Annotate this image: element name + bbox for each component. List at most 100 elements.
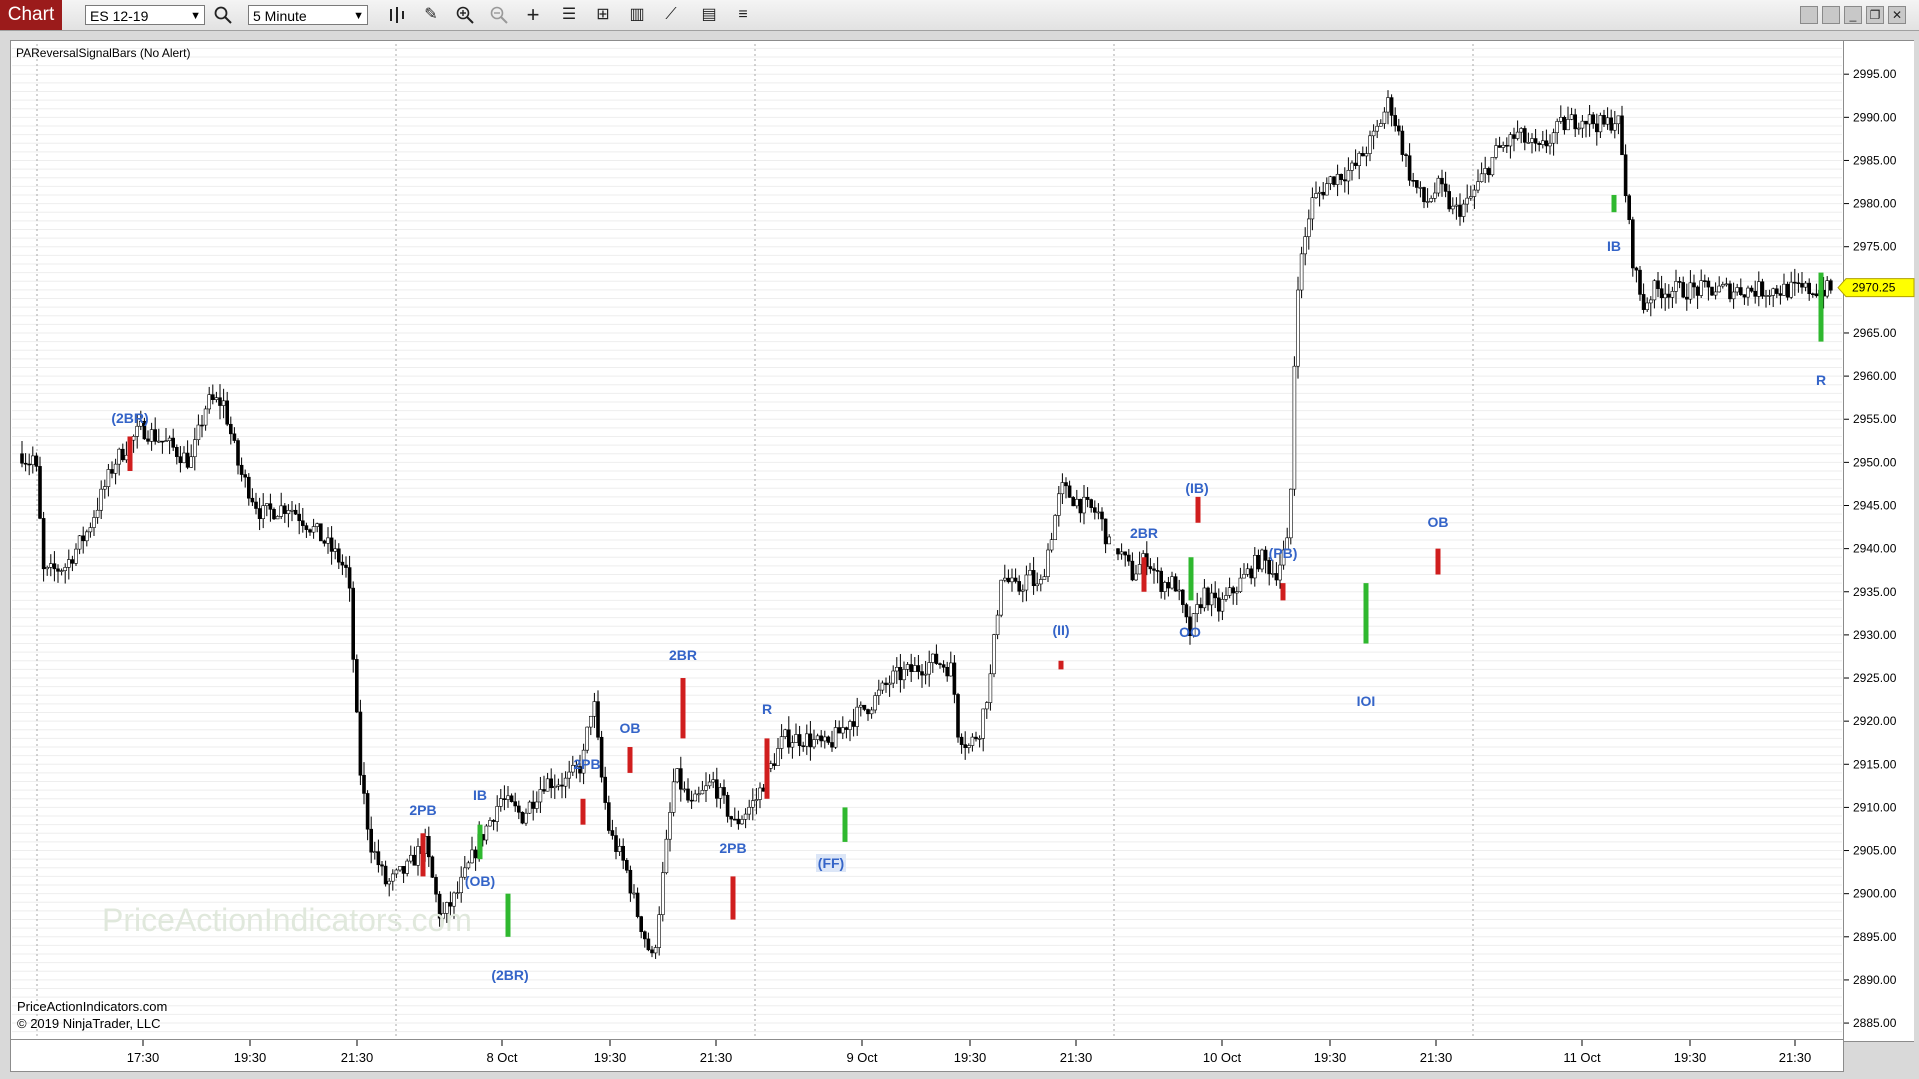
candle-body: [20, 453, 24, 464]
candle-body: [1523, 128, 1527, 143]
candle-body: [232, 433, 237, 441]
candle-body: [585, 726, 590, 751]
candle-body: [898, 666, 903, 681]
candle-body: [340, 561, 345, 566]
candle-body: [696, 793, 701, 796]
candle-body: [1407, 155, 1412, 181]
candle-body: [1735, 287, 1739, 293]
candle-body: [1404, 154, 1408, 157]
candle-body: [1447, 191, 1451, 210]
candle-body: [1436, 177, 1441, 194]
candle-body: [905, 664, 910, 670]
candle-body: [1260, 549, 1264, 570]
candle-body: [247, 476, 251, 499]
candle-body: [1397, 125, 1401, 132]
candle-body: [1652, 280, 1657, 301]
candle-body: [1307, 218, 1311, 237]
candle-body: [790, 742, 795, 748]
candle-body: [239, 464, 244, 475]
x-tick-label: 19:30: [234, 1050, 267, 1065]
candle-body: [1497, 145, 1502, 148]
candle-body: [412, 854, 417, 866]
candle-body: [290, 509, 294, 512]
candle-body: [1067, 485, 1072, 498]
candle-body: [38, 466, 42, 519]
candle-body: [1692, 282, 1696, 288]
candle-body: [380, 864, 384, 867]
candle-body: [1710, 286, 1714, 296]
candle-body: [318, 523, 323, 542]
candle-body: [650, 949, 654, 954]
candle-body: [786, 729, 791, 748]
candle-body: [1209, 592, 1214, 606]
candle-body: [1299, 253, 1304, 291]
candle-body: [776, 748, 780, 766]
candle-body: [635, 892, 640, 917]
candle-body: [912, 665, 917, 672]
candle-body: [358, 711, 363, 776]
indicator-label: PAReversalSignalBars (No Alert): [16, 46, 191, 60]
candle-body: [254, 501, 258, 509]
candle-body: [750, 800, 755, 808]
signal-label: (FF): [818, 855, 844, 871]
signal-label: (OB): [465, 873, 495, 889]
candle-body: [1227, 587, 1232, 596]
candle-body: [1526, 142, 1531, 144]
candle-body: [1152, 568, 1156, 571]
candle-body: [279, 505, 284, 517]
candle-body: [1119, 551, 1124, 555]
candle-body: [797, 734, 802, 747]
candle-body: [1551, 132, 1556, 144]
candle-body: [1461, 203, 1466, 217]
candle-body: [1078, 498, 1083, 514]
candle-body: [1049, 539, 1054, 551]
candle-body: [106, 469, 111, 487]
signal-bar: [1141, 557, 1147, 592]
candle-body: [927, 662, 932, 675]
candle-body: [1544, 140, 1549, 147]
candle-body: [1028, 570, 1032, 576]
signal-label: 2PB: [719, 840, 746, 856]
candle-body: [1490, 157, 1495, 176]
candle-body: [1746, 287, 1750, 298]
candle-body: [1584, 120, 1588, 125]
candle-body: [732, 818, 737, 821]
candle-body: [1796, 282, 1801, 284]
candle-body: [549, 778, 554, 789]
candle-body: [560, 784, 564, 787]
candle-body: [1148, 566, 1153, 570]
candle-body: [387, 880, 392, 885]
candle-body: [592, 701, 597, 717]
y-tick-label: 2925.00: [1853, 671, 1897, 685]
candle-body: [866, 709, 870, 715]
candle-body: [545, 778, 550, 792]
candle-body: [243, 474, 247, 478]
candle-body: [1778, 293, 1783, 296]
candle-body: [981, 708, 986, 739]
candle-body: [455, 892, 460, 895]
candle-body: [531, 801, 536, 809]
candle-body: [722, 787, 726, 796]
candle-body: [88, 527, 93, 533]
candle-body: [916, 665, 921, 672]
candle-body: [1013, 577, 1018, 582]
y-tick-label: 2915.00: [1853, 757, 1897, 771]
x-tick-label: 9 Oct: [846, 1050, 877, 1065]
candle-body: [948, 662, 953, 677]
candle-body: [714, 779, 719, 799]
candle-body: [1645, 302, 1649, 310]
candle-body: [193, 439, 197, 458]
candle-body: [970, 736, 975, 746]
candle-body: [1598, 115, 1603, 133]
candle-body: [869, 709, 874, 715]
candle-body: [1235, 591, 1239, 594]
candle-body: [1724, 283, 1729, 286]
candle-body: [1591, 114, 1595, 125]
candle-body: [1217, 597, 1221, 612]
signal-bar: [477, 824, 483, 860]
candle-body: [1263, 549, 1268, 561]
x-tick-label: 21:30: [700, 1050, 733, 1065]
y-tick-label: 2910.00: [1853, 800, 1897, 814]
candle-body: [628, 869, 633, 894]
candle-body: [164, 440, 168, 442]
